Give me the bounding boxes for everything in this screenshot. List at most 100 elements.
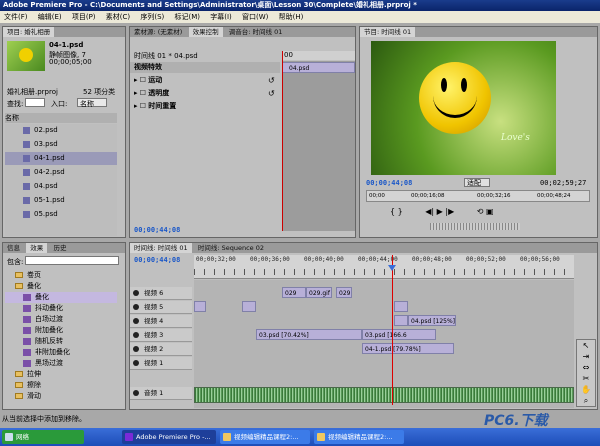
effect-row-motion[interactable]: ▸ ☐ 运动 [134,75,162,86]
effects-item[interactable]: 抖动叠化 [5,303,117,314]
menu-edit[interactable]: 编辑(E) [34,13,66,21]
clip-v3-b[interactable]: 03.psd [166.6 [362,329,436,340]
effects-item[interactable]: 随机反转 [5,336,117,347]
eye-icon[interactable] [133,318,139,324]
razor-tool-icon[interactable]: ✂ [577,373,595,384]
menu-file[interactable]: 文件(F) [0,13,32,21]
taskbar-item-course1[interactable]: 视频编辑精品课程2:... [220,430,310,444]
clip-v5-a[interactable] [194,301,206,312]
safe-margin-icon[interactable]: ▣ [486,207,494,216]
selection-tool-icon[interactable]: ↖ [577,340,595,351]
track-header[interactable]: 音频 1 [130,387,192,400]
menu-title[interactable]: 字幕(I) [206,13,236,21]
menu-marker[interactable]: 标记(M) [171,13,205,21]
entry-select[interactable]: 名称 [77,98,107,108]
menu-clip[interactable]: 素材(C) [102,13,134,21]
fit-select[interactable]: 适配 [464,178,490,187]
effects-item[interactable]: 叠化 [5,292,117,303]
list-item[interactable]: 04.psd [5,180,117,193]
tab-audio-mixer[interactable]: 调音台: 时间线 01 [225,27,287,37]
tab-source[interactable]: 素材源: (无素材) [130,27,186,37]
mark-out-icon[interactable]: } [398,207,406,216]
effects-folder[interactable]: 叠化 [5,281,117,292]
ripple-edit-icon[interactable]: ⇔ [577,362,595,373]
clip-v5-c[interactable] [394,301,408,312]
tab-info[interactable]: 信息 [3,243,24,253]
reset-icon[interactable]: ↺ [268,76,275,85]
clip-v5-b[interactable] [242,301,256,312]
name-column-header[interactable]: 名称 [5,113,117,123]
eye-icon[interactable] [133,346,139,352]
start-network-button[interactable]: 网络 [2,430,84,444]
menu-help[interactable]: 帮助(H) [275,13,308,21]
track-header[interactable]: 视频 6 [130,287,192,300]
effect-row-timeremap[interactable]: ▸ ☐ 时间重置 [134,101,176,112]
tab-timeline-01[interactable]: 时间线: 时间线 01 [130,243,192,253]
list-item[interactable]: 03.psd [5,138,117,151]
list-item[interactable]: 04-2.psd [5,166,117,179]
taskbar-item-premiere[interactable]: Adobe Premiere Pro -... [122,430,216,444]
step-back-icon[interactable]: ◀| [425,207,436,216]
list-item-selected[interactable]: 04-1.psd [5,152,117,165]
contains-input[interactable] [25,256,119,265]
ec-playhead[interactable] [282,51,283,231]
eye-icon[interactable] [133,332,139,338]
tab-program[interactable]: 节目: 时间线 01 [360,27,416,37]
tab-effects[interactable]: 效果 [26,243,48,253]
effects-item[interactable]: 附加叠化 [5,325,117,336]
mark-in-icon[interactable]: { [390,207,398,216]
clip-v6-c[interactable]: 029 [336,287,352,298]
effects-folder[interactable]: 擦除 [5,380,117,391]
effects-folder[interactable]: 拉伸 [5,369,117,380]
audio-waveform[interactable] [194,387,574,403]
track-header[interactable]: 视频 4 [130,315,192,328]
list-item[interactable]: 02.psd [5,124,117,137]
menu-window[interactable]: 窗口(W) [238,13,272,21]
list-item[interactable]: 05-1.psd [5,194,117,207]
timeline-playhead[interactable] [392,255,393,405]
menu-sequence[interactable]: 序列(S) [136,13,168,21]
track-select-icon[interactable]: ⇥ [577,351,595,362]
reset-icon[interactable]: ↺ [268,89,275,98]
menu-project[interactable]: 项目(P) [68,13,100,21]
scrub-ruler[interactable]: 00;00 00;00;16;08 00;00;32;16 00;00;48;2… [366,190,590,202]
clip-v4-transition[interactable] [394,315,408,326]
clip-v4[interactable]: 04.psd [125%] [408,315,456,326]
tab-project[interactable]: 项目: 婚礼相册 [3,27,55,37]
loop-icon[interactable]: ⟲ [477,207,486,216]
tab-sequence-02[interactable]: 时间线: Sequence 02 [194,243,268,253]
tab-effect-controls[interactable]: 效果控制 [188,27,223,37]
timeline-timecode[interactable]: 00;00;44;08 [134,256,180,264]
list-item[interactable]: 05.psd [5,208,117,221]
effects-folder[interactable]: 卷页 [5,270,117,281]
effect-row-opacity[interactable]: ▸ ☐ 透明度 [134,88,169,99]
step-forward-icon[interactable]: |▶ [445,207,456,216]
effects-item[interactable]: 黑场过渡 [5,358,117,369]
speaker-icon[interactable] [133,390,139,396]
effects-item[interactable]: 白场过渡 [5,314,117,325]
eye-icon[interactable] [133,360,139,366]
clip-v6-a[interactable]: 029 [282,287,306,298]
clip-v3-a[interactable]: 03.psd [70.42%] [256,329,362,340]
eye-icon[interactable] [133,304,139,310]
jog-shuttle[interactable] [430,223,520,230]
track-header[interactable]: 视频 1 [130,357,192,370]
eye-icon[interactable] [133,290,139,296]
tab-history[interactable]: 历史 [49,243,70,253]
zoom-tool-icon[interactable]: ⌕ [577,395,595,406]
ec-clip[interactable]: 04.psd [282,62,355,73]
playhead-marker-icon[interactable] [388,265,396,271]
track-header[interactable]: 视频 3 [130,329,192,342]
effects-folder[interactable]: 滑动 [5,391,117,402]
watermark-love: Love's [501,133,530,143]
find-input[interactable] [25,98,45,107]
ec-timecode[interactable]: 00;00;44;08 [134,226,180,234]
effects-item[interactable]: 非附加叠化 [5,347,117,358]
program-current-time[interactable]: 00;00;44;08 [366,179,412,187]
track-header[interactable]: 视频 2 [130,343,192,356]
clip-v2[interactable]: 04-1.psd [79.78%] [362,343,454,354]
clip-v6-b[interactable]: 029.gif [306,287,332,298]
hand-tool-icon[interactable]: ✋ [577,384,595,395]
taskbar-item-course2[interactable]: 视频编辑精品课程2:... [314,430,404,444]
track-header[interactable]: 视频 5 [130,301,192,314]
